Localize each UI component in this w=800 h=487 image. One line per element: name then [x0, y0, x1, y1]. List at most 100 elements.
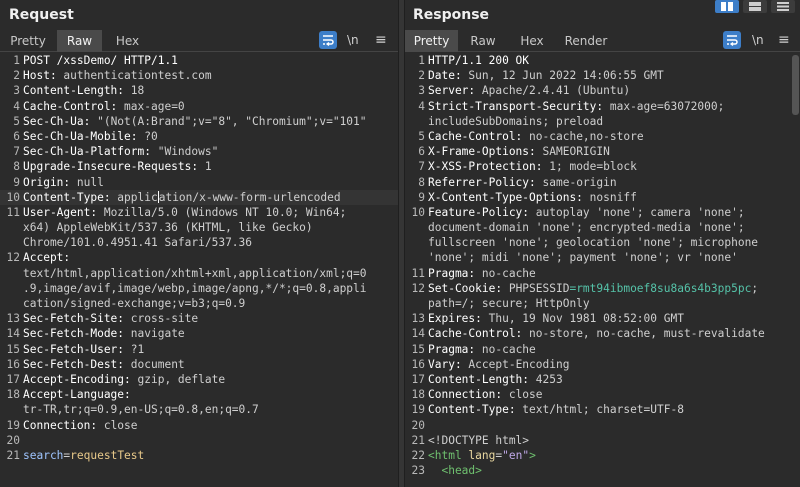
scrollbar-thumb[interactable] [792, 55, 799, 115]
response-tab-pretty[interactable]: Pretty [405, 30, 458, 52]
code-line: 5 Sec-Ch-Ua: "(Not(A:Brand";v="8", "Chrom… [0, 114, 398, 129]
code-line: 3 Content-Length: 18 [0, 83, 398, 98]
token: same-origin [542, 175, 617, 189]
code-line: tr-TR,tr;q=0.9,en-US;q=0.8,en;q=0.7 [0, 402, 398, 417]
response-tab-hex[interactable]: Hex [508, 30, 556, 52]
wrap-lines-icon[interactable] [723, 31, 741, 49]
line-text: Sec-Fetch-Mode: navigate [23, 326, 185, 341]
line-text: .9,image/avif,image/webp,image/apng,*/*;… [23, 281, 367, 296]
line-text: Content-Length: 4253 [428, 372, 563, 387]
token: text/html; charset=UTF-8 [522, 403, 684, 417]
show-newlines-toggle[interactable]: \n [752, 33, 764, 47]
line-number: 5 [418, 129, 425, 143]
wrap-lines-icon[interactable] [319, 31, 337, 49]
header-name: Sec-Ch-Ua-Platform: [23, 145, 158, 159]
token: Thu, 19 Nov 1981 08:52:00 GMT [488, 312, 684, 326]
token: ?1 [130, 342, 145, 356]
code-line: 6 X-Frame-Options: SAMEORIGIN [405, 144, 791, 159]
code-line: 16 Vary: Accept-Encoding [405, 357, 791, 372]
side-by-side-icon[interactable] [715, 0, 739, 13]
line-text: Feature-Policy: autoplay 'none'; camera … [428, 205, 745, 220]
token: close [103, 418, 138, 432]
response-tab-render[interactable]: Render [560, 30, 612, 52]
menu-icon[interactable]: ≡ [778, 33, 790, 47]
header-name: Accept-Encoding: [23, 372, 138, 386]
line-text: Vary: Accept-Encoding [428, 357, 569, 372]
code-line: 13 Sec-Fetch-Site: cross-site [0, 311, 398, 326]
line-text: Server: Apache/2.4.41 (Ubuntu) [428, 83, 630, 98]
code-line: x64) AppleWebKit/537.36 (KHTML, like Gec… [0, 220, 398, 235]
request-tabbar: Pretty Raw Hex [0, 30, 398, 52]
line-text: Upgrade-Insecure-Requests: 1 [23, 159, 212, 174]
line-text: Sec-Ch-Ua-Mobile: ?0 [23, 129, 158, 144]
header-name: X-XSS-Protection: [428, 160, 550, 174]
request-tab-raw[interactable]: Raw [57, 30, 102, 52]
line-text: User-Agent: Mozilla/5.0 (Windows NT 10.0… [23, 205, 346, 220]
header-name: Content-Type: [428, 403, 523, 417]
code-line: 15 Sec-Fetch-User: ?1 [0, 342, 398, 357]
token: lang [468, 448, 496, 462]
line-number: 10 [6, 190, 20, 204]
token: x64) AppleWebKit/537.36 (KHTML, like Gec… [23, 221, 313, 235]
line-text: tr-TR,tr;q=0.9,en-US;q=0.8,en;q=0.7 [23, 402, 259, 417]
line-number: 8 [418, 175, 425, 189]
line-number: 17 [411, 372, 425, 386]
token: <html [428, 448, 469, 462]
line-text: 'none'; midi 'none'; payment 'none'; vr … [428, 250, 738, 265]
line-text: Connection: close [23, 418, 138, 433]
request-editor[interactable]: 1 POST /xssDemo/ HTTP/1.1 2 Host: authentic… [0, 53, 398, 487]
code-line: 1 POST /xssDemo/ HTTP/1.1 [0, 53, 398, 68]
code-line: .9,image/avif,image/webp,image/apng,*/*;… [0, 281, 398, 296]
line-text: Sec-Ch-Ua: "(Not(A:Brand";v="8", "Chromi… [23, 114, 367, 129]
line-number: 13 [411, 312, 425, 326]
token: <head> [428, 464, 482, 478]
response-editor[interactable]: 1 HTTP/1.1 200 OK 2 Date: Sun, 12 Jun 2022 … [405, 53, 791, 487]
single-pane-icon[interactable] [771, 0, 795, 13]
line-text: Cache-Control: no-store, no-cache, must-… [428, 326, 765, 341]
code-line: 16 Sec-Fetch-Dest: document [0, 357, 398, 372]
header-name: Referrer-Policy: [428, 175, 543, 189]
token: =rmt94ibmoef8su8a6s4b3pp5pc [569, 281, 752, 295]
menu-icon[interactable]: ≡ [375, 33, 387, 47]
code-line: 18 Accept-Language: [0, 387, 398, 402]
line-text: Accept: [23, 250, 70, 265]
header-name: HTTP/1.1 200 OK [428, 54, 530, 67]
response-tab-raw[interactable]: Raw [461, 30, 505, 52]
line-number: 7 [13, 145, 20, 159]
line-number: 8 [13, 160, 20, 174]
token: "(Not(A:Brand";v="8", "Chromium";v="101" [97, 114, 367, 128]
line-text: X-Content-Type-Options: nosniff [428, 190, 637, 205]
stacked-icon[interactable] [743, 0, 767, 13]
request-pane: Request Pretty Raw Hex \n ≡ 1 POST /xssDe… [0, 0, 398, 487]
code-line: 7 X-XSS-Protection: 1; mode=block [405, 159, 791, 174]
header-name: Cache-Control: [23, 99, 125, 113]
line-number: 23 [411, 464, 425, 478]
header-name: Connection: [428, 388, 509, 402]
code-line: 20 [0, 433, 398, 448]
token: includeSubDomains; preload [428, 114, 604, 128]
line-text: Accept-Encoding: gzip, deflate [23, 372, 225, 387]
line-text: Cache-Control: no-cache,no-store [428, 129, 644, 144]
code-line: 8 Referrer-Policy: same-origin [405, 175, 791, 190]
line-number: 15 [6, 342, 20, 356]
line-number: 14 [6, 327, 20, 341]
line-number: 21 [6, 448, 20, 462]
response-scrollbar[interactable] [791, 53, 800, 487]
header-name: Sec-Fetch-Mode: [23, 327, 131, 341]
line-number: 15 [411, 342, 425, 356]
code-line: includeSubDomains; preload [405, 114, 791, 129]
token: "Windows" [157, 145, 219, 159]
line-text: x64) AppleWebKit/537.36 (KHTML, like Gec… [23, 220, 313, 235]
code-line: path=/; secure; HttpOnly [405, 296, 791, 311]
pane-divider[interactable] [398, 0, 405, 487]
show-newlines-toggle[interactable]: \n [347, 33, 359, 47]
request-tab-hex[interactable]: Hex [105, 30, 150, 52]
request-tab-pretty[interactable]: Pretty [4, 30, 52, 52]
token: no-cache [481, 342, 536, 356]
code-line: cation/signed-exchange;v=b3;q=0.9 [0, 296, 398, 311]
token: SAMEORIGIN [542, 145, 610, 159]
code-line: 17 Accept-Encoding: gzip, deflate [0, 372, 398, 387]
token: gzip, deflate [137, 372, 226, 386]
token: no-cache [481, 266, 536, 280]
code-line: 14 Cache-Control: no-store, no-cache, mus… [405, 326, 791, 341]
